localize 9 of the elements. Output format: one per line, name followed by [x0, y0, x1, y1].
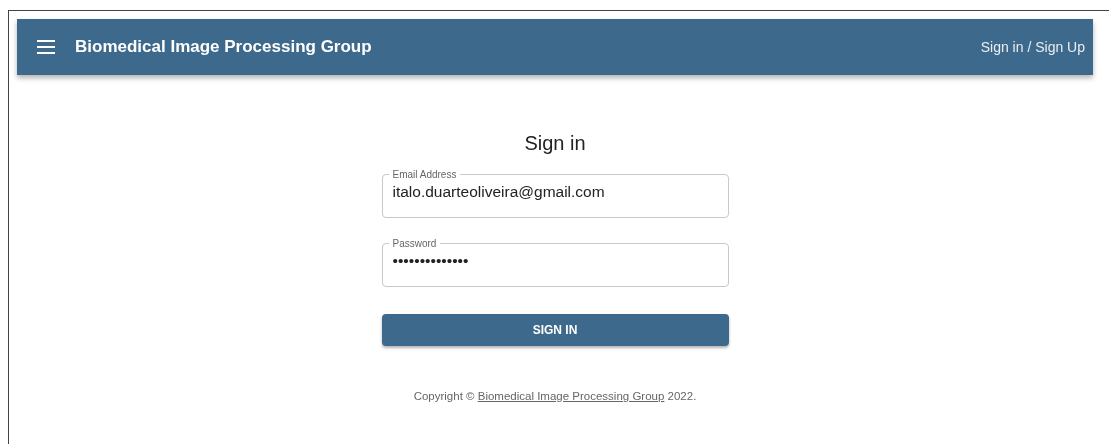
footer-link[interactable]: Biomedical Image Processing Group: [477, 390, 665, 402]
email-field[interactable]: Email Address italo.duarteoliveira@gmail.com: [381, 169, 729, 218]
copyright-text: Copyright © Biomedical Image Processing Group 2022.: [413, 390, 697, 402]
form-title: Sign in: [524, 132, 586, 155]
sign-in-button[interactable]: SIGN IN: [381, 314, 729, 346]
sign-in-link[interactable]: Sign in / Sign Up: [980, 39, 1085, 55]
password-field[interactable]: Password ••••••••••••••: [381, 238, 729, 287]
app-title: Biomedical Image Processing Group: [75, 37, 373, 57]
menu-icon[interactable]: [37, 40, 55, 54]
